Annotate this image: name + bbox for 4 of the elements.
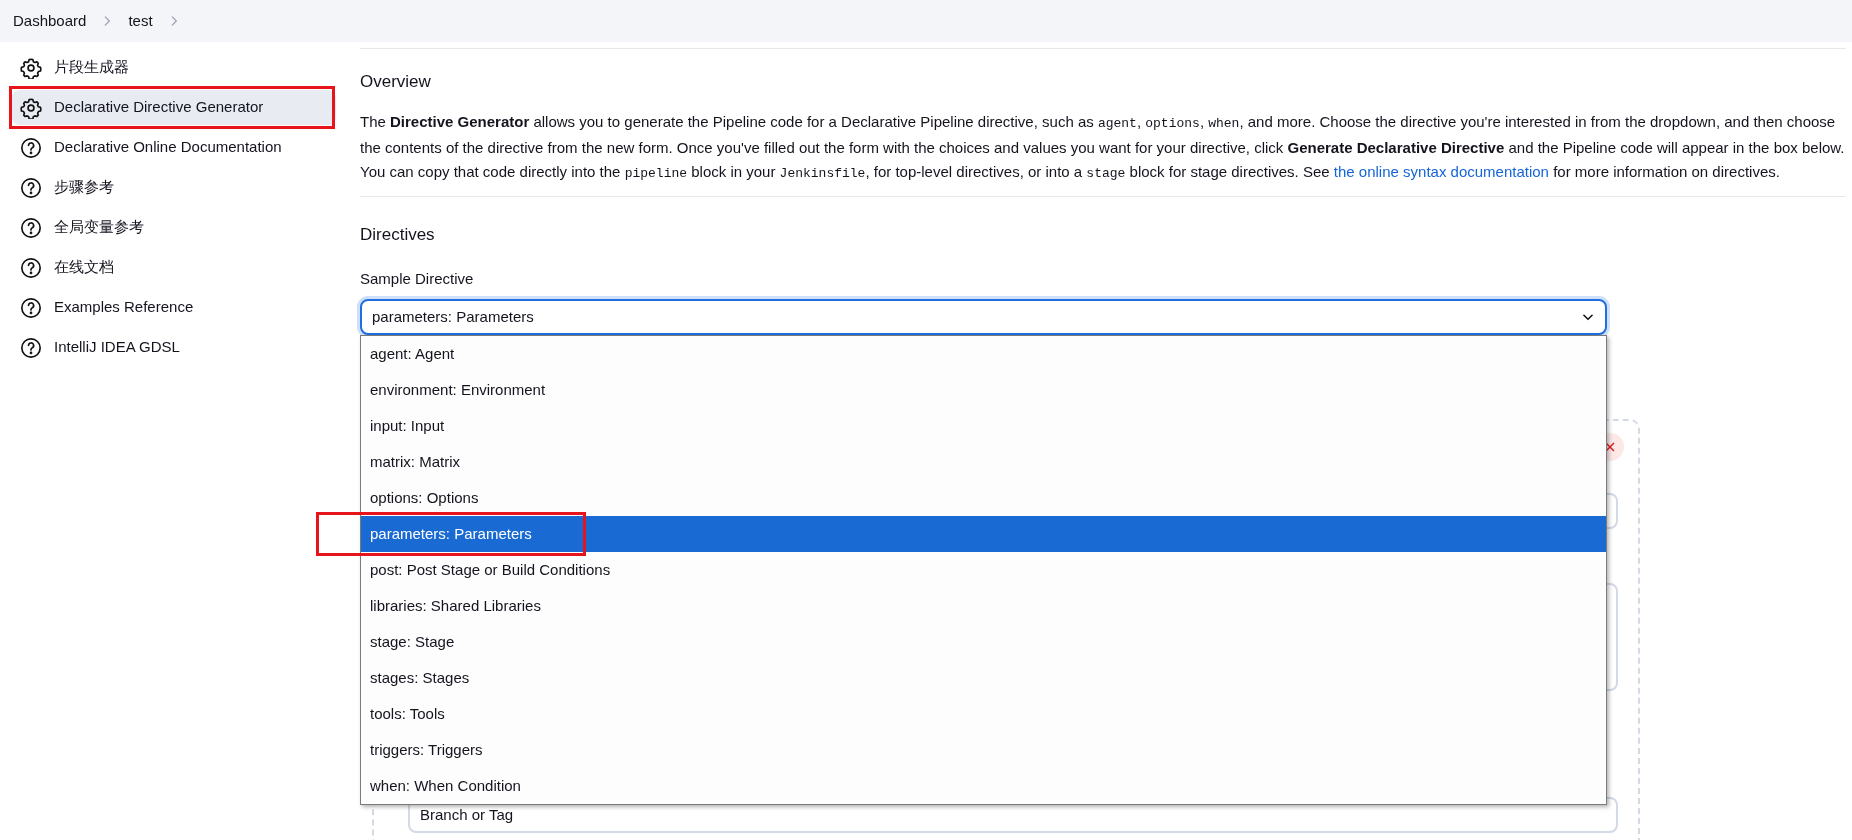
field-label: Sample Directive	[360, 269, 475, 289]
overview-text: The Directive Generator allows you to generate the Pipeline code for a Declarative Pipeline directive, such as agent, options, when, and more. Choose the directive you're interested in from the dropdown, and then choose the contents of the directive from the new form. Once you've filled out the form with the choices and values you want for your directive, click Generate Declarative Directive and the Pipeline code will appear in the box below. You can copy that code directly into the pipeline block in your Jenkinsfile, for top-level directives, or into a stage block for stage directives. See the online syntax documentation for more information on directives.	[360, 112, 1846, 183]
section-heading: Directives	[360, 224, 436, 246]
section-heading: Overview	[360, 71, 432, 93]
